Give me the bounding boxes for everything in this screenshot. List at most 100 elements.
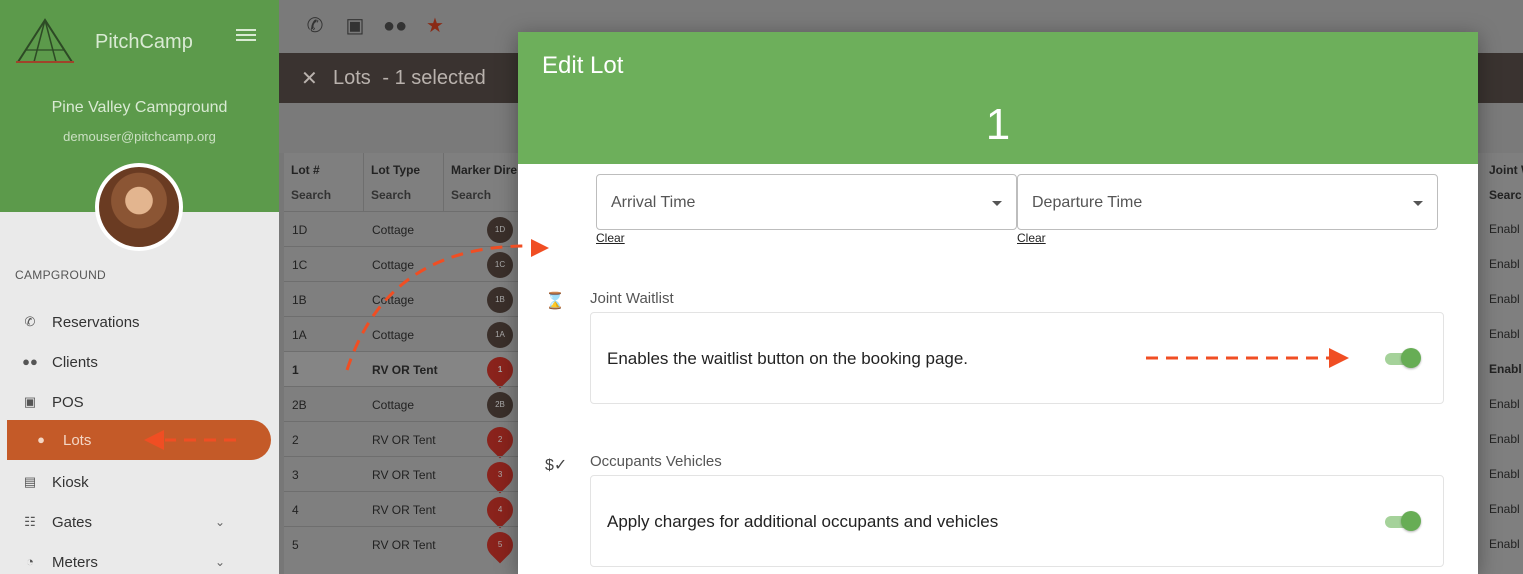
close-icon[interactable]: ✕: [301, 66, 318, 91]
search-filter[interactable]: Search: [291, 188, 331, 202]
sidebar-item-pos[interactable]: ▣ POS: [7, 382, 271, 422]
sidebar-item-kiosk[interactable]: ▤ Kiosk: [7, 462, 271, 502]
marker-label: 4: [497, 505, 503, 515]
sidebar-item-label: Clients: [52, 353, 98, 371]
clear-arrival-link[interactable]: Clear: [596, 231, 625, 245]
sidebar-item-clients[interactable]: ●● Clients: [7, 342, 271, 382]
joint-waitlist-cell: Enabl: [1489, 537, 1520, 551]
sidebar-item-gates[interactable]: ☷ Gates ⌄: [7, 502, 271, 542]
phone-icon: ✆: [24, 314, 36, 329]
lot-type-cell: RV OR Tent: [372, 363, 438, 377]
sidebar-item-label: Lots: [63, 431, 92, 449]
sidebar-item-label: Kiosk: [52, 473, 89, 491]
table-row[interactable]: 1 RV OR Tent 1: [284, 351, 519, 389]
lot-type-cell: RV OR Tent: [372, 433, 436, 447]
section-label-joint-waitlist: Joint Waitlist: [590, 290, 674, 307]
sidebar-item-lots[interactable]: ● Lots: [7, 420, 271, 460]
dialog-lot-number: 1: [985, 100, 1011, 149]
table-row[interactable]: 3 RV OR Tent 3: [284, 456, 519, 494]
hourglass-icon: ⌛: [545, 293, 565, 310]
lot-type-cell: RV OR Tent: [372, 468, 436, 482]
lot-number-cell: 3: [292, 468, 299, 482]
lot-type-cell: Cottage: [372, 223, 415, 237]
chevron-down-icon: ⌄: [214, 555, 225, 569]
clear-departure-link[interactable]: Clear: [1017, 231, 1046, 245]
occupants-vehicles-toggle[interactable]: [1383, 511, 1421, 531]
campground-name: Pine Valley Campground: [51, 99, 228, 116]
avatar[interactable]: [95, 163, 183, 251]
people-icon: ●●: [22, 354, 38, 369]
tent-logo-icon: [16, 18, 74, 63]
departure-time-select[interactable]: Departure Time: [1017, 174, 1438, 230]
occupants-vehicles-description: Apply charges for additional occupants a…: [607, 512, 999, 531]
lot-type-cell: RV OR Tent: [372, 503, 436, 517]
sidebar-item-reservations[interactable]: ✆ Reservations: [7, 302, 271, 342]
table-row[interactable]: 2B Cottage 2B: [284, 386, 518, 421]
joint-waitlist-toggle[interactable]: [1383, 348, 1421, 368]
joint-waitlist-cell: Enabl: [1489, 327, 1520, 341]
joint-waitlist-card: Enables the waitlist button on the booki…: [590, 312, 1444, 404]
search-filter[interactable]: Search: [451, 188, 491, 202]
lot-number-cell: 1: [292, 363, 299, 377]
store-icon[interactable]: ▣: [343, 14, 367, 38]
sidebar-item-label: Gates: [52, 513, 93, 531]
lot-number-cell: 1A: [292, 328, 307, 342]
lot-number-cell: 1B: [292, 293, 307, 307]
arrival-time-select[interactable]: Arrival Time: [596, 174, 1017, 230]
sidebar-item-meters[interactable]: ◔ Meters ⌄: [7, 542, 271, 574]
lots-table: Lot # Search Lot Type Search Marker Dire…: [284, 153, 519, 574]
occupants-vehicles-card: Apply charges for additional occupants a…: [590, 475, 1444, 567]
store-icon: ▣: [23, 394, 37, 409]
map-marker-icon: 1D: [487, 217, 513, 243]
lot-number-cell: 5: [292, 538, 299, 552]
column-header-lot-type[interactable]: Lot Type Search: [364, 153, 444, 211]
table-row[interactable]: 1C Cottage 1C: [284, 246, 518, 281]
table-row[interactable]: 2 RV OR Tent 2: [284, 421, 519, 459]
lot-type-cell: Cottage: [372, 328, 415, 342]
table-row[interactable]: 5 RV OR Tent 5: [284, 526, 519, 564]
table-row[interactable]: 1A Cottage 1A: [284, 316, 518, 351]
people-icon[interactable]: ●●: [383, 14, 407, 38]
table-row[interactable]: 1B Cottage 1B: [284, 281, 518, 316]
departure-time-placeholder: Departure Time: [1032, 194, 1143, 211]
marker-label: 1: [497, 365, 503, 375]
column-header-joint-waitlist[interactable]: Joint W: [1489, 163, 1523, 177]
table-row[interactable]: 1D Cottage 1D: [284, 211, 518, 246]
edit-lot-dialog: Edit Lot 1 Arrival Time Departure Time C…: [518, 32, 1478, 574]
dialog-title: Edit Lot: [542, 52, 624, 79]
section-label-occupants-vehicles: Occupants Vehicles: [590, 453, 722, 470]
map-marker-icon: 3: [481, 456, 519, 494]
lot-number-cell: 2: [292, 433, 299, 447]
search-filter[interactable]: Searc: [1489, 188, 1522, 202]
map-marker-icon: 2B: [487, 392, 513, 418]
marker-label: 3: [497, 470, 503, 480]
dropdown-arrow-icon: [1413, 201, 1423, 206]
section-title: CAMPGROUND: [15, 268, 107, 282]
column-header-marker[interactable]: Marker Dire Search: [444, 153, 518, 211]
lot-number-cell: 1D: [292, 223, 308, 237]
joint-waitlist-cell: Enabl: [1489, 222, 1520, 236]
dialog-header: Edit Lot 1: [518, 32, 1478, 164]
joint-waitlist-cell: Enabl: [1489, 432, 1520, 446]
marker-label: 1C: [494, 260, 506, 269]
marker-label: 5: [497, 540, 503, 550]
marker-label: 1B: [495, 295, 505, 304]
map-marker-icon: 5: [481, 526, 519, 564]
user-email: demouser@pitchcamp.org: [63, 129, 216, 144]
table-row[interactable]: 4 RV OR Tent 4: [284, 491, 519, 529]
chevron-down-icon: ⌄: [214, 515, 225, 529]
star-icon[interactable]: ★: [423, 14, 447, 38]
lot-type-cell: Cottage: [372, 293, 415, 307]
meter-icon: ◔: [26, 554, 34, 569]
location-pin-icon: ●: [37, 432, 45, 447]
column-header-lot[interactable]: Lot # Search: [284, 153, 364, 211]
joint-waitlist-cell: Enabl: [1489, 257, 1520, 271]
marker-label: 2B: [495, 400, 505, 409]
map-marker-icon: 1B: [487, 287, 513, 313]
search-filter[interactable]: Search: [371, 188, 411, 202]
lot-number-cell: 2B: [292, 398, 307, 412]
phone-icon[interactable]: ✆: [303, 14, 327, 38]
arrival-time-placeholder: Arrival Time: [611, 194, 696, 211]
map-marker-icon: 2: [481, 421, 519, 459]
hamburger-menu-icon[interactable]: [234, 26, 258, 46]
